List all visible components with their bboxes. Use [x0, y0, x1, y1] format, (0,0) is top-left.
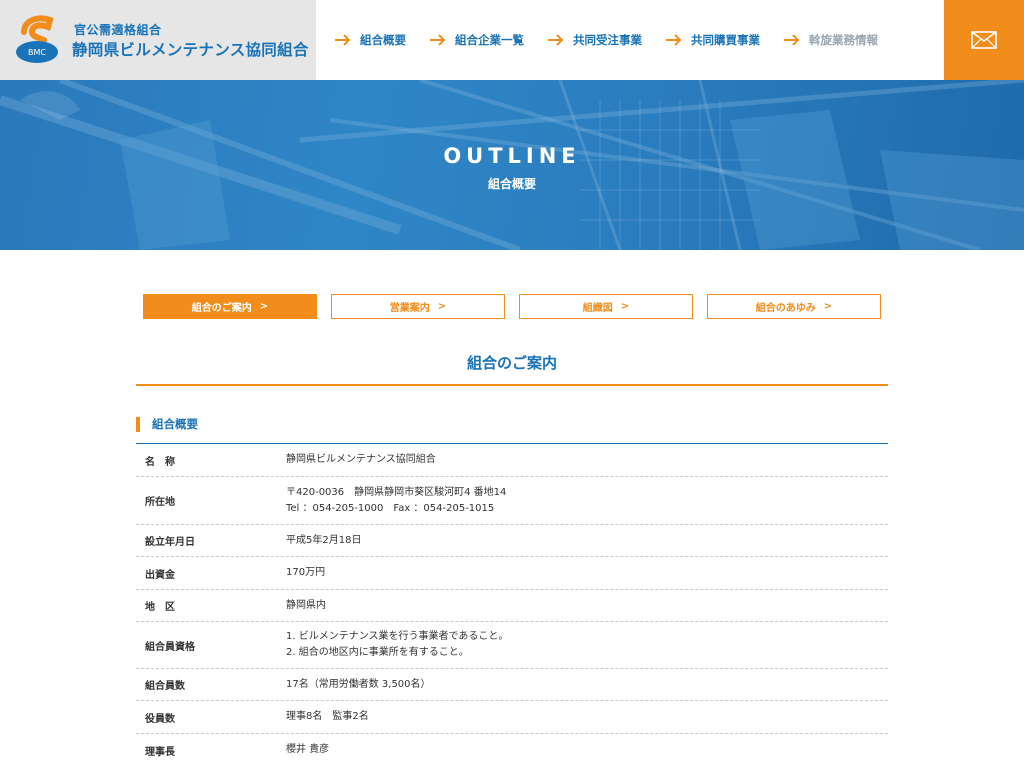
contact-mail-button[interactable] [944, 0, 1024, 80]
row-value: 理事8名 監事2名 [286, 709, 888, 725]
logo-subtitle: 官公需適格組合 [74, 23, 162, 37]
row-label: 出資金 [145, 569, 175, 581]
table-row: 設立年月日 平成5年2月18日 [136, 525, 888, 557]
row-value: 静岡県内 [286, 598, 888, 614]
tab-label: 組合のご案内 [191, 303, 252, 314]
tab-business[interactable]: 営業案内 > [331, 294, 505, 319]
hero-subtitle: 組合概要 [487, 177, 536, 191]
nav-item-label: 共同購買事業 [691, 33, 760, 47]
logo-title: 静岡県ビルメンテナンス協同組合 [72, 41, 309, 59]
arrow-right-icon [784, 34, 800, 46]
main-nav: 組合概要 組合企業一覧 共同受注事業 共同購買事業 斡旋業務情報 [334, 0, 901, 80]
value-line: 2. 組合の地区内に事業所を有すること。 [286, 647, 469, 658]
chevron-right-icon: > [437, 301, 447, 312]
site-header: BMC 官公需適格組合 静岡県ビルメンテナンス協同組合 組合概要 組合企業一覧 … [0, 0, 1024, 80]
hero-banner: OUTLINE 組合概要 [0, 80, 1024, 250]
value-line: 櫻井 貴彦 [286, 744, 330, 755]
row-value: 〒420-0036 静岡県静岡市葵区駿河町4 番地14 Tel ：054-205… [286, 485, 888, 517]
tab-label: 組織図 [582, 303, 613, 314]
row-label: 地 区 [145, 602, 175, 613]
table-row: 組合員資格 1. ビルメンテナンス業を行う事業者であること。 2. 組合の地区内… [136, 622, 888, 669]
nav-item-overview[interactable]: 組合概要 [334, 32, 406, 48]
nav-item-label: 組合概要 [360, 33, 406, 47]
nav-item-joint-purchasing[interactable]: 共同購買事業 [665, 32, 760, 48]
value-line: 静岡県内 [286, 599, 326, 611]
row-value: 平成5年2月18日 [286, 533, 888, 549]
row-label: 名 称 [145, 456, 175, 468]
table-row: 役員数 理事8名 監事2名 [136, 701, 888, 734]
value-line: 1. ビルメンテナンス業を行う事業者であること。 [286, 631, 509, 642]
value-line: Tel ：054-205-1000 Fax ：054-205-1015 [286, 502, 495, 514]
chevron-right-icon: > [823, 301, 833, 312]
nav-item-label: 共同受注事業 [573, 33, 642, 47]
subpage-tabs: 組合のご案内 > 営業案内 > 組織図 > 組合のあゆみ > [143, 294, 881, 319]
value-line: 理事8名 監事2名 [286, 711, 369, 722]
divider [136, 384, 888, 386]
hero-title: OUTLINE [443, 144, 581, 168]
tab-label: 営業案内 [389, 303, 430, 314]
row-label: 理事長 [145, 746, 175, 758]
row-value: 17名（常用労働者数 3,500名） [286, 677, 888, 693]
row-label: 所在地 [145, 497, 175, 508]
row-value: 170万円 [286, 565, 888, 581]
tab-label: 組合のあゆみ [755, 303, 816, 314]
table-row: 組合員数 17名（常用労働者数 3,500名） [136, 669, 888, 701]
tab-org-chart[interactable]: 組織図 > [519, 294, 693, 319]
arrow-right-icon [335, 34, 351, 46]
bmc-logo-icon: BMC [16, 15, 58, 63]
table-row: 理事長 櫻井 貴彦 [136, 734, 888, 760]
svg-text:BMC: BMC [28, 48, 46, 57]
table-row: 出資金 170万円 [136, 557, 888, 590]
arrow-right-icon [430, 34, 446, 46]
nav-item-label: 斡旋業務情報 [809, 33, 878, 47]
value-line: 平成5年2月18日 [286, 534, 362, 546]
row-label: 組合員資格 [145, 641, 195, 653]
row-label: 役員数 [145, 713, 175, 725]
nav-item-mediation-info[interactable]: 斡旋業務情報 [783, 32, 878, 48]
value-line: 17名（常用労働者数 3,500名） [286, 678, 431, 690]
value-line: 〒420-0036 静岡県静岡市葵区駿河町4 番地14 [286, 486, 507, 498]
table-row: 名 称 静岡県ビルメンテナンス協同組合 [136, 444, 888, 477]
value-line: 静岡県ビルメンテナンス協同組合 [286, 454, 436, 465]
page-title: 組合のご案内 [466, 354, 557, 372]
row-value: 静岡県ビルメンテナンス協同組合 [286, 452, 888, 468]
overview-table: 名 称 静岡県ビルメンテナンス協同組合 所在地 〒420-0036 静岡県静岡市… [136, 444, 888, 760]
table-row: 地 区 静岡県内 [136, 590, 888, 622]
nav-item-label: 組合企業一覧 [455, 33, 524, 47]
envelope-icon [971, 31, 997, 49]
logo-link[interactable]: BMC 官公需適格組合 静岡県ビルメンテナンス協同組合 [0, 0, 316, 80]
table-row: 所在地 〒420-0036 静岡県静岡市葵区駿河町4 番地14 Tel ：054… [136, 477, 888, 525]
tab-guide[interactable]: 組合のご案内 > [143, 294, 317, 319]
row-label: 設立年月日 [145, 537, 195, 548]
row-value: 櫻井 貴彦 [286, 742, 888, 758]
overview-heading: 組合概要 [136, 417, 198, 432]
arrow-right-icon [666, 34, 682, 46]
chevron-right-icon: > [620, 301, 630, 312]
chevron-right-icon: > [259, 301, 269, 312]
arrow-right-icon [548, 34, 564, 46]
row-label: 組合員数 [145, 681, 185, 692]
value-line: 170万円 [286, 567, 326, 578]
row-value: 1. ビルメンテナンス業を行う事業者であること。 2. 組合の地区内に事業所を有… [286, 629, 888, 661]
tab-history[interactable]: 組合のあゆみ > [707, 294, 881, 319]
nav-item-member-companies[interactable]: 組合企業一覧 [429, 32, 524, 48]
nav-item-joint-orders[interactable]: 共同受注事業 [547, 32, 642, 48]
